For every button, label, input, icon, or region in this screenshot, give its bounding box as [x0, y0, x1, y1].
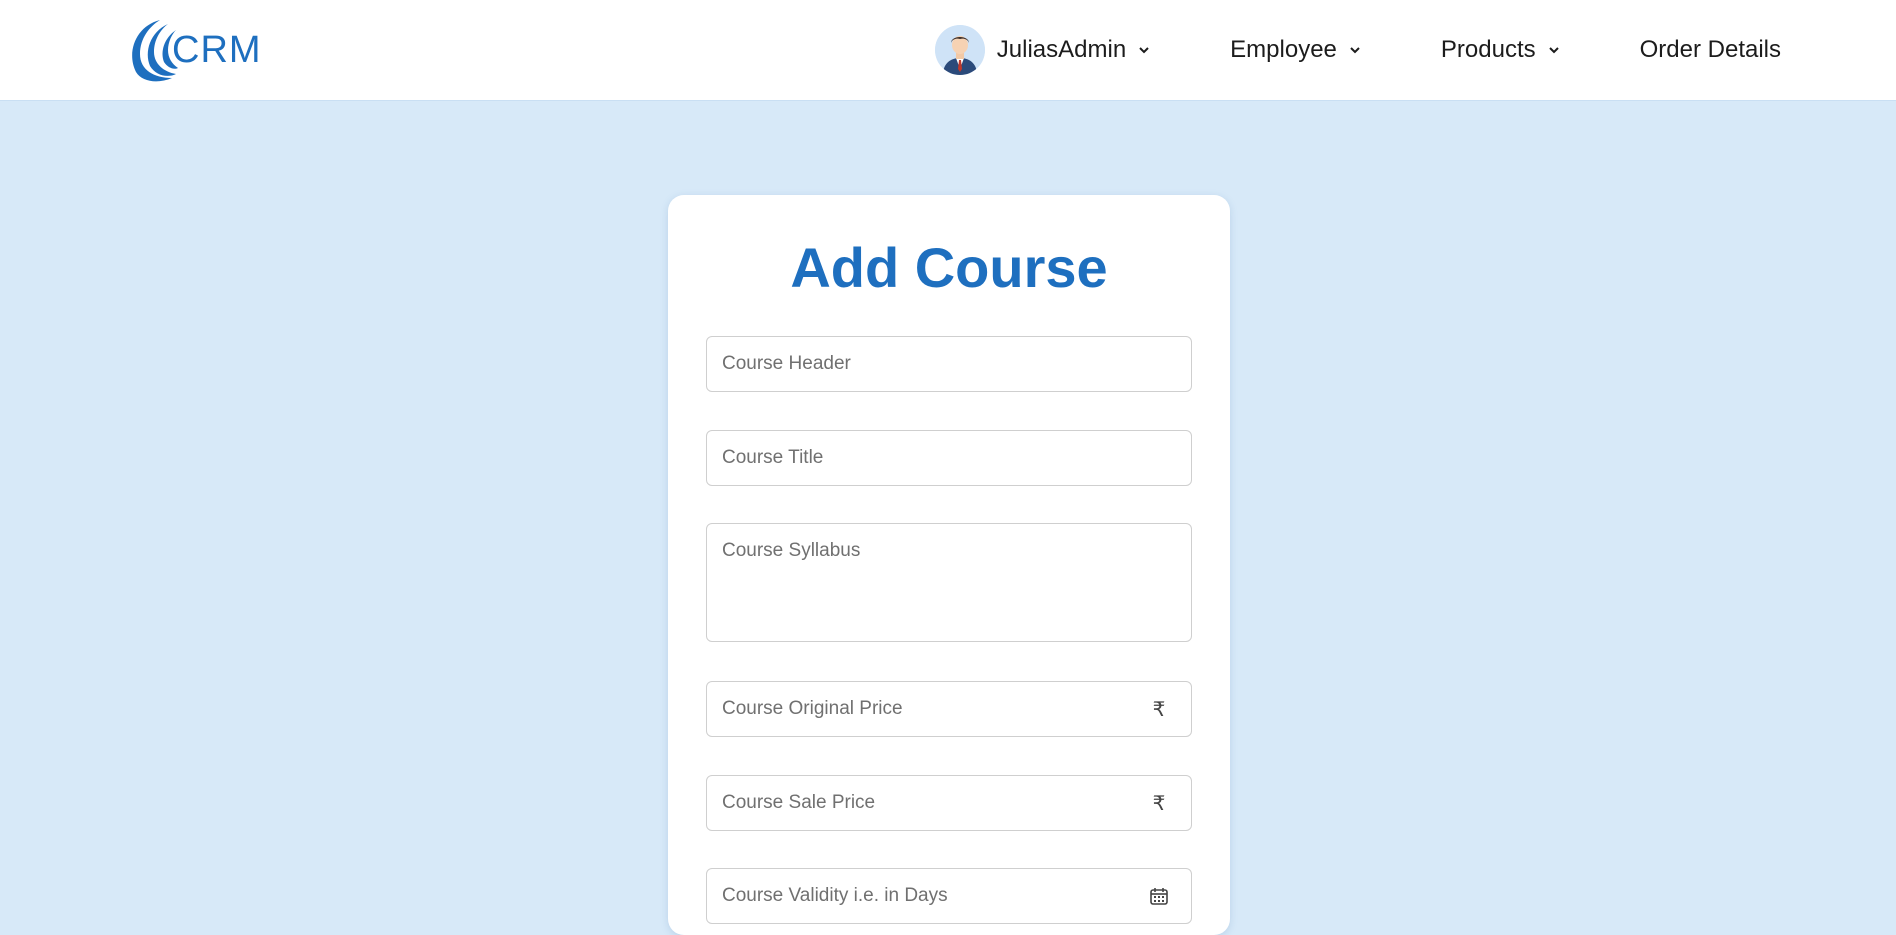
top-navbar: CRM JuliasAdmin Employee Products Order … — [0, 0, 1896, 101]
nav-item-products[interactable]: Products — [1441, 36, 1560, 64]
nav-menu: JuliasAdmin Employee Products Order Deta… — [934, 0, 1781, 100]
user-name: JuliasAdmin — [996, 36, 1127, 63]
chevron-down-icon — [1349, 44, 1361, 56]
nav-item-label: Products — [1440, 36, 1536, 63]
person-avatar-icon — [934, 25, 985, 75]
course-title-input[interactable] — [706, 430, 1192, 486]
chevron-down-icon — [1138, 44, 1150, 56]
add-course-card: Add Course ₹ ₹ — [668, 195, 1230, 935]
rupee-icon: ₹ — [1152, 792, 1166, 815]
nav-item-order-details[interactable]: Order Details — [1640, 36, 1781, 64]
course-syllabus-textarea[interactable] — [706, 523, 1192, 642]
rupee-icon: ₹ — [1152, 698, 1166, 721]
course-original-price-input[interactable] — [706, 681, 1192, 737]
nav-item-label: Employee — [1230, 36, 1337, 63]
logo-text: CRM — [172, 28, 262, 71]
nav-item-employee[interactable]: Employee — [1230, 36, 1361, 64]
user-menu[interactable]: JuliasAdmin — [934, 25, 1150, 75]
crm-logo[interactable]: CRM — [120, 16, 262, 84]
page-title: Add Course — [790, 236, 1108, 299]
calendar-icon[interactable] — [1148, 885, 1170, 907]
course-header-input[interactable] — [706, 336, 1192, 392]
chevron-down-icon — [1548, 44, 1560, 56]
course-validity-input[interactable] — [706, 868, 1192, 924]
course-sale-price-input[interactable] — [706, 775, 1192, 831]
nav-item-label: Order Details — [1639, 36, 1781, 63]
crm-logo-swoosh-icon — [132, 20, 178, 82]
